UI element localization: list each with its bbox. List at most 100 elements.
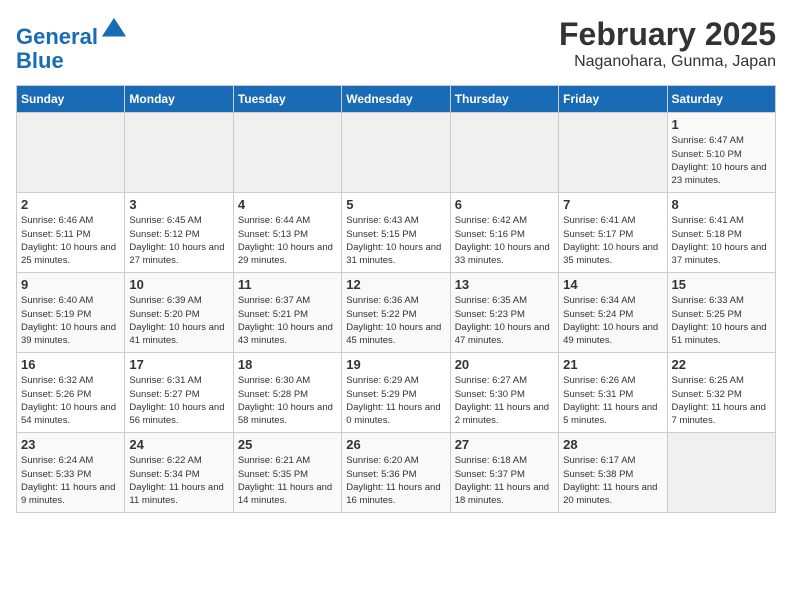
logo-blue: Blue	[16, 48, 64, 73]
calendar-cell: 24Sunrise: 6:22 AM Sunset: 5:34 PM Dayli…	[125, 433, 233, 513]
calendar-cell: 27Sunrise: 6:18 AM Sunset: 5:37 PM Dayli…	[450, 433, 558, 513]
day-info: Sunrise: 6:46 AM Sunset: 5:11 PM Dayligh…	[21, 214, 120, 267]
calendar-cell: 1 Sunrise: 6:47 AM Sunset: 5:10 PM Daylig…	[667, 113, 775, 193]
day-info: Sunrise: 6:33 AM Sunset: 5:25 PM Dayligh…	[672, 294, 771, 347]
day-number: 5	[346, 197, 445, 212]
day-number: 12	[346, 277, 445, 292]
day-info: Sunrise: 6:17 AM Sunset: 5:38 PM Dayligh…	[563, 454, 662, 507]
logo: General Blue	[16, 16, 128, 73]
day-number: 26	[346, 437, 445, 452]
day-number: 14	[563, 277, 662, 292]
day-number: 18	[238, 357, 337, 372]
calendar-cell: 9 Sunrise: 6:40 AM Sunset: 5:19 PM Daylig…	[17, 273, 125, 353]
day-number: 1	[672, 117, 771, 132]
logo-icon	[100, 16, 128, 44]
calendar-week-row: 23 Sunrise: 6:24 AM Sunset: 5:33 PM Dayli…	[17, 433, 776, 513]
month-title: February 2025	[559, 16, 776, 53]
weekday-header-friday: Friday	[559, 86, 667, 113]
calendar-cell	[233, 113, 341, 193]
day-number: 27	[455, 437, 554, 452]
logo-general: General	[16, 24, 98, 49]
calendar-cell: 25 Sunrise: 6:21 AM Sunset: 5:35 PM Dayli…	[233, 433, 341, 513]
day-number: 17	[129, 357, 228, 372]
day-number: 16	[21, 357, 120, 372]
day-info: Sunrise: 6:21 AM Sunset: 5:35 PM Dayligh…	[238, 454, 337, 507]
day-info: Sunrise: 6:44 AM Sunset: 5:13 PM Dayligh…	[238, 214, 337, 267]
day-info: Sunrise: 6:30 AM Sunset: 5:28 PM Dayligh…	[238, 374, 337, 427]
day-number: 23	[21, 437, 120, 452]
day-info: Sunrise: 6:24 AM Sunset: 5:33 PM Dayligh…	[21, 454, 120, 507]
title-block: February 2025 Naganohara, Gunma, Japan	[559, 16, 776, 71]
calendar-cell: 2Sunrise: 6:46 AM Sunset: 5:11 PM Daylig…	[17, 193, 125, 273]
calendar-cell	[17, 113, 125, 193]
calendar-cell: 20Sunrise: 6:27 AM Sunset: 5:30 PM Dayli…	[450, 353, 558, 433]
calendar-table: SundayMondayTuesdayWednesdayThursdayFrid…	[16, 85, 776, 513]
day-number: 8	[672, 197, 771, 212]
calendar-cell: 28Sunrise: 6:17 AM Sunset: 5:38 PM Dayli…	[559, 433, 667, 513]
day-info: Sunrise: 6:42 AM Sunset: 5:16 PM Dayligh…	[455, 214, 554, 267]
day-number: 3	[129, 197, 228, 212]
calendar-cell: 14 Sunrise: 6:34 AM Sunset: 5:24 PM Dayli…	[559, 273, 667, 353]
day-number: 9	[21, 277, 120, 292]
calendar-cell: 3 Sunrise: 6:45 AM Sunset: 5:12 PM Daylig…	[125, 193, 233, 273]
calendar-cell: 16 Sunrise: 6:32 AM Sunset: 5:26 PM Dayli…	[17, 353, 125, 433]
calendar-cell: 18 Sunrise: 6:30 AM Sunset: 5:28 PM Dayli…	[233, 353, 341, 433]
calendar-cell	[667, 433, 775, 513]
day-info: Sunrise: 6:29 AM Sunset: 5:29 PM Dayligh…	[346, 374, 445, 427]
day-info: Sunrise: 6:39 AM Sunset: 5:20 PM Dayligh…	[129, 294, 228, 347]
calendar-week-row: 1 Sunrise: 6:47 AM Sunset: 5:10 PM Daylig…	[17, 113, 776, 193]
weekday-header-thursday: Thursday	[450, 86, 558, 113]
calendar-cell: 4 Sunrise: 6:44 AM Sunset: 5:13 PM Daylig…	[233, 193, 341, 273]
weekday-header-wednesday: Wednesday	[342, 86, 450, 113]
calendar-cell	[450, 113, 558, 193]
day-info: Sunrise: 6:40 AM Sunset: 5:19 PM Dayligh…	[21, 294, 120, 347]
day-number: 19	[346, 357, 445, 372]
calendar-cell: 22Sunrise: 6:25 AM Sunset: 5:32 PM Dayli…	[667, 353, 775, 433]
day-number: 10	[129, 277, 228, 292]
day-number: 13	[455, 277, 554, 292]
calendar-cell: 19 Sunrise: 6:29 AM Sunset: 5:29 PM Dayli…	[342, 353, 450, 433]
weekday-header-row: SundayMondayTuesdayWednesdayThursdayFrid…	[17, 86, 776, 113]
calendar-cell: 15Sunrise: 6:33 AM Sunset: 5:25 PM Dayli…	[667, 273, 775, 353]
location-title: Naganohara, Gunma, Japan	[559, 53, 776, 71]
day-info: Sunrise: 6:45 AM Sunset: 5:12 PM Dayligh…	[129, 214, 228, 267]
day-number: 21	[563, 357, 662, 372]
day-info: Sunrise: 6:41 AM Sunset: 5:17 PM Dayligh…	[563, 214, 662, 267]
calendar-cell: 11 Sunrise: 6:37 AM Sunset: 5:21 PM Dayli…	[233, 273, 341, 353]
calendar-cell	[559, 113, 667, 193]
day-info: Sunrise: 6:43 AM Sunset: 5:15 PM Dayligh…	[346, 214, 445, 267]
calendar-cell: 7 Sunrise: 6:41 AM Sunset: 5:17 PM Daylig…	[559, 193, 667, 273]
calendar-cell	[342, 113, 450, 193]
day-info: Sunrise: 6:35 AM Sunset: 5:23 PM Dayligh…	[455, 294, 554, 347]
day-number: 4	[238, 197, 337, 212]
day-number: 11	[238, 277, 337, 292]
calendar-cell: 13 Sunrise: 6:35 AM Sunset: 5:23 PM Dayli…	[450, 273, 558, 353]
day-number: 25	[238, 437, 337, 452]
calendar-cell	[125, 113, 233, 193]
calendar-cell: 8Sunrise: 6:41 AM Sunset: 5:18 PM Daylig…	[667, 193, 775, 273]
day-info: Sunrise: 6:31 AM Sunset: 5:27 PM Dayligh…	[129, 374, 228, 427]
calendar-cell: 5 Sunrise: 6:43 AM Sunset: 5:15 PM Daylig…	[342, 193, 450, 273]
day-info: Sunrise: 6:32 AM Sunset: 5:26 PM Dayligh…	[21, 374, 120, 427]
weekday-header-monday: Monday	[125, 86, 233, 113]
calendar-week-row: 16 Sunrise: 6:32 AM Sunset: 5:26 PM Dayli…	[17, 353, 776, 433]
calendar-cell: 23 Sunrise: 6:24 AM Sunset: 5:33 PM Dayli…	[17, 433, 125, 513]
day-info: Sunrise: 6:47 AM Sunset: 5:10 PM Dayligh…	[672, 134, 771, 187]
day-info: Sunrise: 6:36 AM Sunset: 5:22 PM Dayligh…	[346, 294, 445, 347]
day-number: 6	[455, 197, 554, 212]
day-info: Sunrise: 6:26 AM Sunset: 5:31 PM Dayligh…	[563, 374, 662, 427]
day-info: Sunrise: 6:22 AM Sunset: 5:34 PM Dayligh…	[129, 454, 228, 507]
day-number: 20	[455, 357, 554, 372]
calendar-cell: 6 Sunrise: 6:42 AM Sunset: 5:16 PM Daylig…	[450, 193, 558, 273]
weekday-header-saturday: Saturday	[667, 86, 775, 113]
day-info: Sunrise: 6:37 AM Sunset: 5:21 PM Dayligh…	[238, 294, 337, 347]
day-info: Sunrise: 6:34 AM Sunset: 5:24 PM Dayligh…	[563, 294, 662, 347]
calendar-cell: 21 Sunrise: 6:26 AM Sunset: 5:31 PM Dayli…	[559, 353, 667, 433]
calendar-cell: 17 Sunrise: 6:31 AM Sunset: 5:27 PM Dayli…	[125, 353, 233, 433]
page-header: General Blue February 2025 Naganohara, G…	[16, 16, 776, 73]
calendar-cell: 26Sunrise: 6:20 AM Sunset: 5:36 PM Dayli…	[342, 433, 450, 513]
calendar-week-row: 2Sunrise: 6:46 AM Sunset: 5:11 PM Daylig…	[17, 193, 776, 273]
calendar-cell: 12 Sunrise: 6:36 AM Sunset: 5:22 PM Dayli…	[342, 273, 450, 353]
day-number: 7	[563, 197, 662, 212]
day-info: Sunrise: 6:25 AM Sunset: 5:32 PM Dayligh…	[672, 374, 771, 427]
